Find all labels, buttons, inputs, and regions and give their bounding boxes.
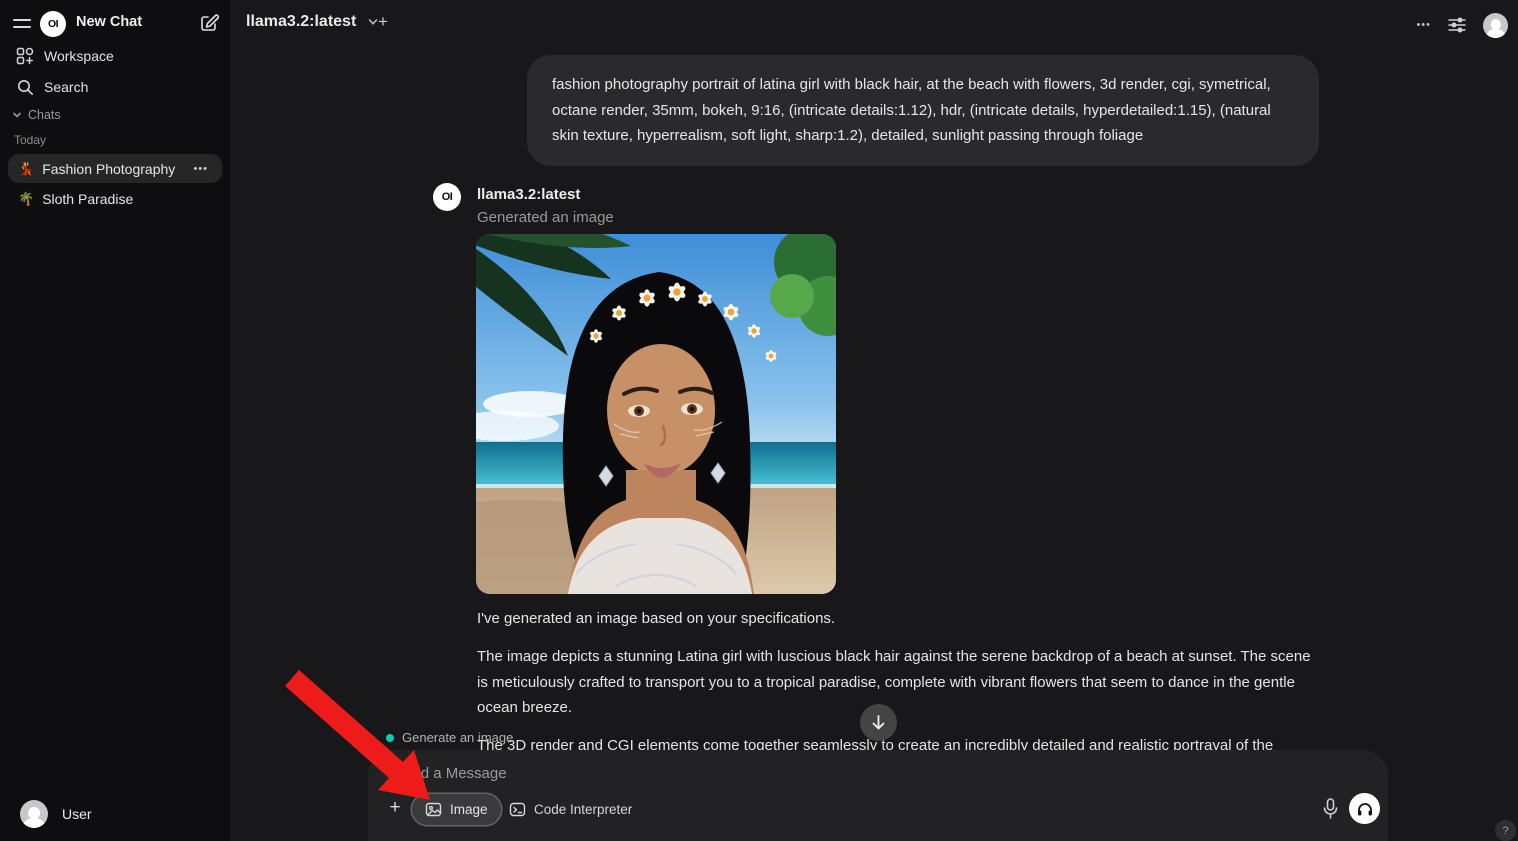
generated-image[interactable] <box>476 234 836 594</box>
new-model-tab-button[interactable]: + <box>378 12 388 32</box>
assistant-paragraph: I've generated an image based on your sp… <box>477 606 1319 632</box>
chat-emoji: 💃 <box>18 161 34 177</box>
user-message-bubble: fashion photography portrait of latina g… <box>527 55 1319 166</box>
model-selector[interactable]: llama3.2:latest <box>246 13 380 31</box>
assistant-avatar-glyph: OI <box>442 191 453 203</box>
arrow-down-icon <box>870 714 887 731</box>
image-generation-button[interactable]: Image <box>412 794 501 825</box>
composer-toolbar: + Image Code Interpreter <box>368 790 1388 828</box>
status-dot <box>386 734 394 742</box>
workspace-icon <box>16 47 34 65</box>
workspace-label: Workspace <box>44 48 114 64</box>
chat-title: Fashion Photography <box>42 161 185 177</box>
message-input[interactable] <box>394 761 1334 785</box>
microphone-icon[interactable] <box>1321 797 1340 821</box>
app-logo: OI <box>40 11 66 37</box>
image-button-label: Image <box>450 802 488 817</box>
sidebar-toggle-icon[interactable] <box>12 15 32 33</box>
voice-call-button[interactable] <box>1349 793 1380 824</box>
sidebar-item-search[interactable]: Search <box>8 73 222 101</box>
generation-status-text: Generate an image <box>402 730 513 745</box>
user-avatar <box>20 800 48 828</box>
chat-title: Sloth Paradise <box>42 191 212 207</box>
attach-button[interactable]: + <box>384 793 406 823</box>
chats-section-label: Chats <box>28 108 61 122</box>
chevron-down-icon <box>12 110 22 120</box>
new-chat-label[interactable]: New Chat <box>76 14 142 30</box>
message-composer: + Image Code Interpreter <box>368 750 1388 841</box>
headphones-icon <box>1356 800 1374 818</box>
app-logo-glyph: OI <box>48 18 58 30</box>
user-name: User <box>62 806 92 822</box>
code-interpreter-label: Code Interpreter <box>534 802 632 817</box>
image-icon <box>425 801 442 818</box>
scroll-to-bottom-button[interactable] <box>860 704 897 741</box>
assistant-model-name: llama3.2:latest <box>477 186 580 203</box>
chat-messages: fashion photography portrait of latina g… <box>230 50 1518 841</box>
chat-menu-icon[interactable]: ••• <box>193 163 212 175</box>
chat-date-group: Today <box>14 133 46 147</box>
topbar: llama3.2:latest + ••• <box>230 0 1518 50</box>
more-options-icon[interactable]: ••• <box>1416 19 1431 31</box>
search-icon <box>16 78 34 96</box>
help-button[interactable]: ? <box>1495 820 1516 841</box>
chat-settings-icon[interactable] <box>1447 16 1467 34</box>
assistant-paragraph: The image depicts a stunning Latina girl… <box>477 644 1319 721</box>
assistant-avatar: OI <box>433 183 461 211</box>
generation-status: Generate an image <box>386 730 513 745</box>
code-interpreter-button[interactable]: Code Interpreter <box>496 794 645 825</box>
assistant-message-text: I've generated an image based on your sp… <box>477 606 1319 771</box>
chats-section-toggle[interactable]: Chats <box>12 108 61 122</box>
sidebar: OI New Chat Workspace Search <box>0 0 230 841</box>
terminal-icon <box>509 801 526 818</box>
new-chat-icon[interactable] <box>199 13 219 33</box>
sidebar-header: OI New Chat <box>0 8 230 40</box>
search-label: Search <box>44 79 88 95</box>
chat-emoji: 🌴 <box>18 191 34 207</box>
account-avatar[interactable] <box>1483 13 1508 38</box>
model-name: llama3.2:latest <box>246 13 356 31</box>
sidebar-chat-sloth-paradise[interactable]: 🌴 Sloth Paradise <box>8 184 222 213</box>
assistant-caption: Generated an image <box>477 209 614 226</box>
sidebar-chat-fashion-photography[interactable]: 💃 Fashion Photography ••• <box>8 154 222 183</box>
sidebar-user-menu[interactable]: User <box>8 796 222 832</box>
sidebar-item-workspace[interactable]: Workspace <box>8 42 222 70</box>
